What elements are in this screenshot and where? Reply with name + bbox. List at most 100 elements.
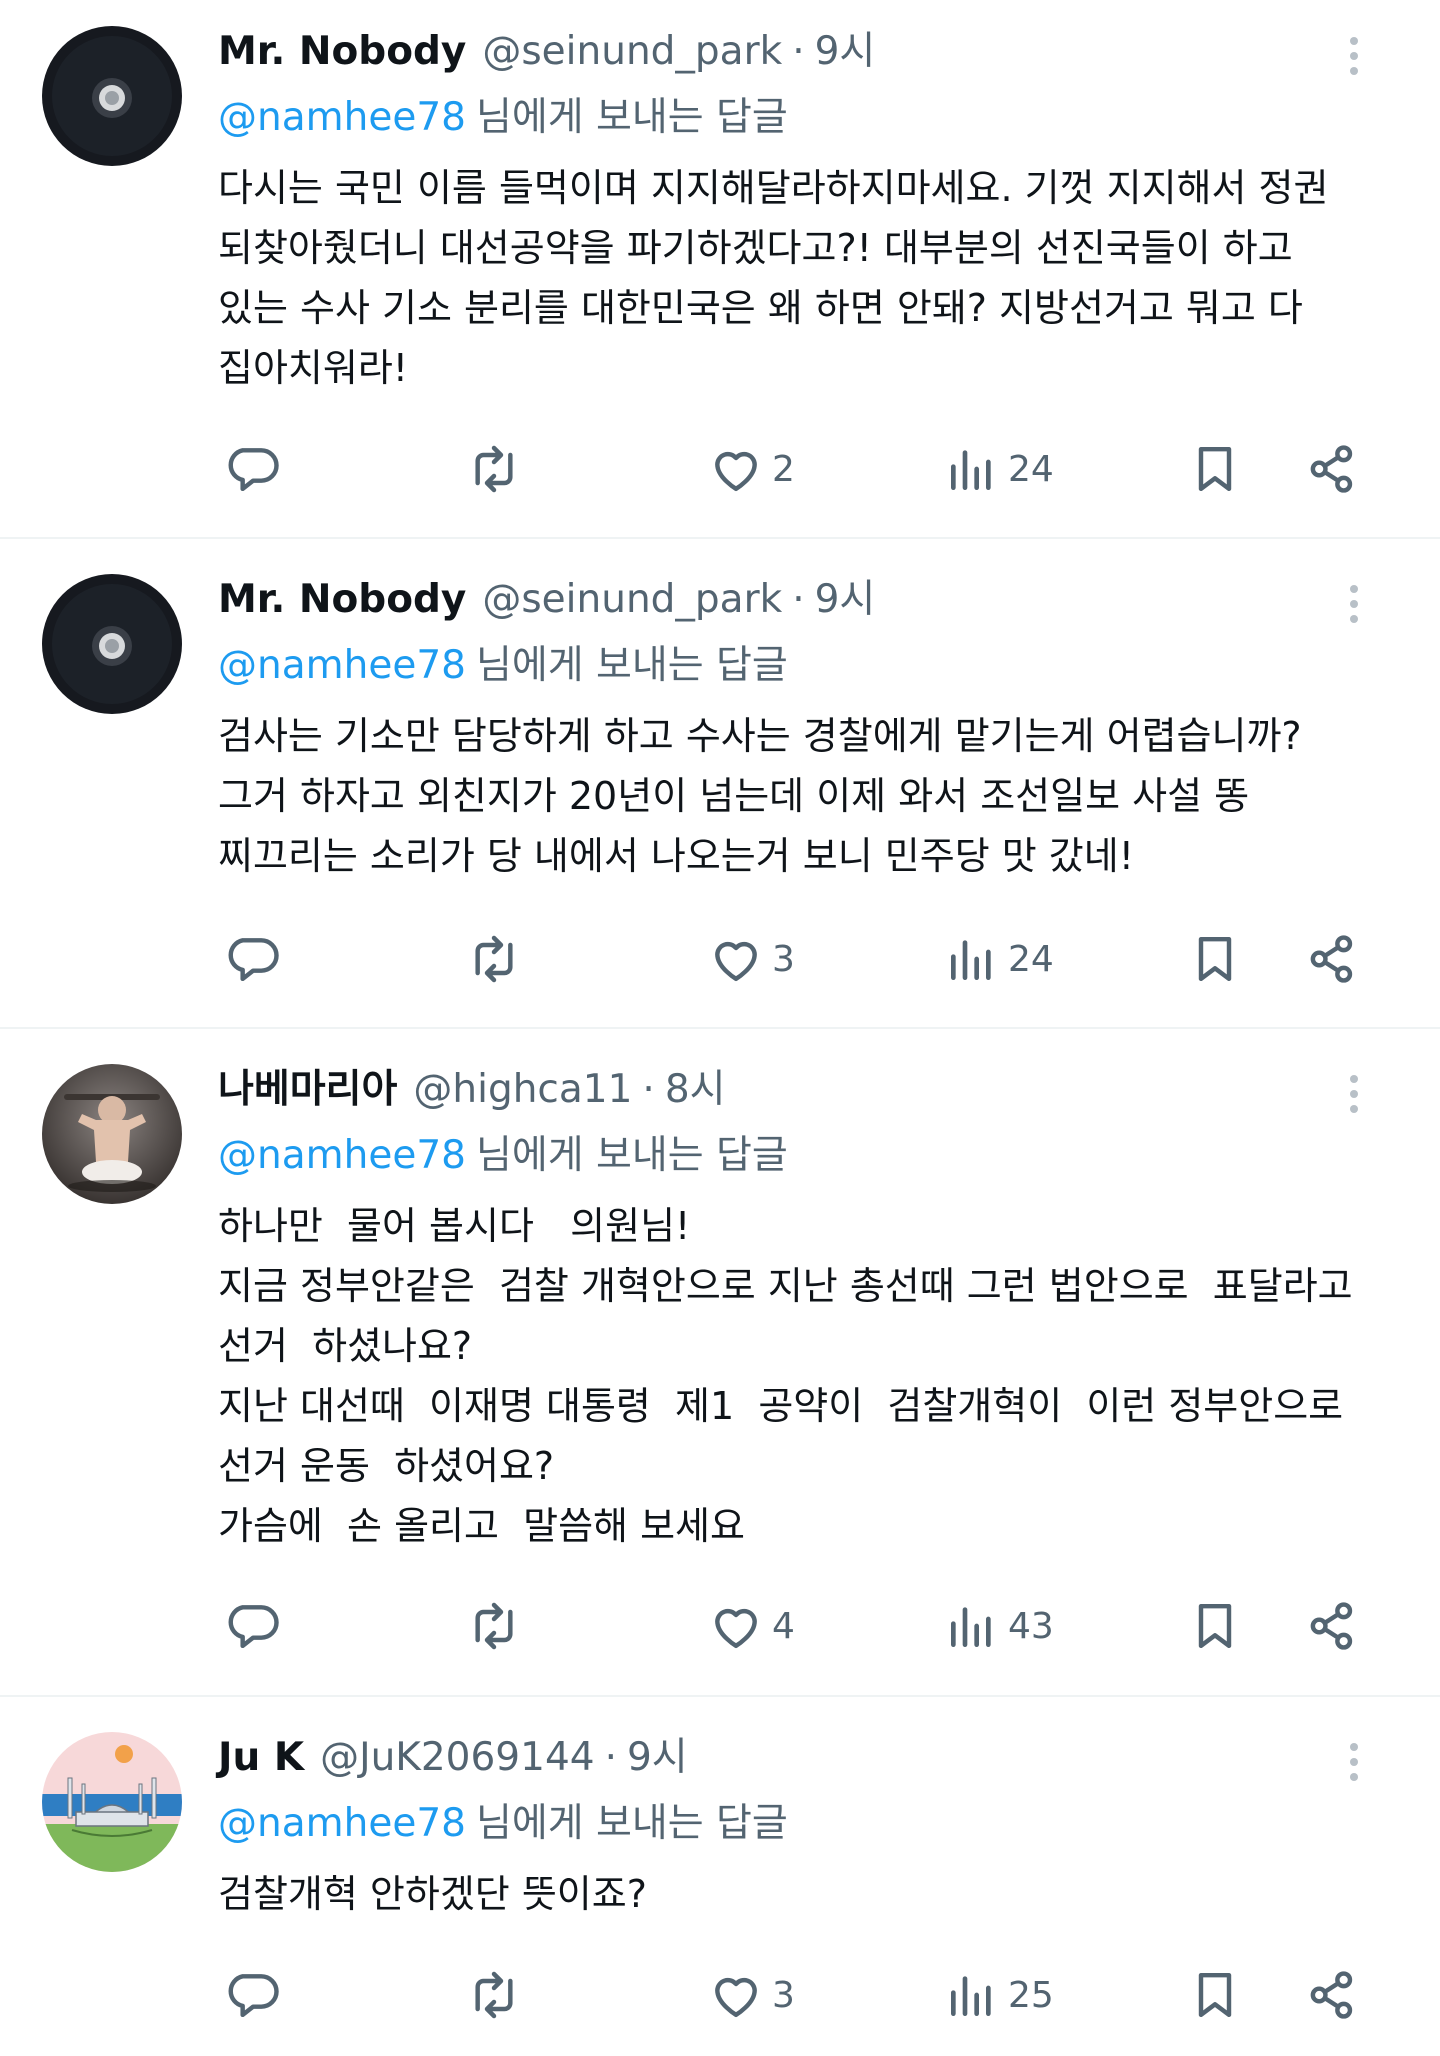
author-handle[interactable]: @highca11 — [413, 1062, 632, 1118]
like-button[interactable]: 2 — [708, 434, 795, 504]
bookmark-button[interactable] — [1187, 1591, 1243, 1661]
timestamp[interactable]: 9시 — [815, 24, 876, 80]
separator-dot: · — [642, 1067, 655, 1112]
bookmark-icon — [1198, 936, 1232, 982]
retweet-button[interactable] — [466, 1591, 522, 1661]
avatar[interactable] — [42, 574, 182, 714]
share-icon — [1310, 445, 1353, 493]
bookmark-button[interactable] — [1187, 1960, 1243, 2030]
timestamp[interactable]: 9시 — [815, 572, 876, 628]
avatar[interactable] — [42, 1064, 182, 1204]
reply-icon — [228, 1974, 279, 2018]
author-name[interactable]: Mr. Nobody — [218, 572, 466, 628]
heart-icon — [715, 941, 757, 982]
author-name[interactable]: 나베마리아 — [218, 1062, 397, 1118]
views-button[interactable]: 24 — [944, 924, 1054, 994]
share-button[interactable] — [1304, 434, 1360, 504]
tweet-text: 검찰개혁 안하겠단 뜻이죠? — [218, 1864, 1370, 1924]
share-icon — [1310, 1971, 1353, 2019]
reply-button[interactable] — [224, 434, 280, 504]
timestamp[interactable]: 8시 — [665, 1062, 726, 1118]
tweet-text-line: 지금 정부안같은 검찰 개혁안으로 지난 총선때 그런 법안으로 표달라고 — [218, 1264, 1353, 1308]
replying-to: @namhee78 님에게 보내는 답글 — [218, 1128, 1370, 1184]
view-count: 24 — [1008, 448, 1054, 490]
views-chart-icon — [951, 450, 991, 490]
views-button[interactable]: 43 — [944, 1591, 1054, 1661]
view-count: 43 — [1008, 1605, 1054, 1647]
bookmark-button[interactable] — [1187, 924, 1243, 994]
tweet-text-line: 있는 수사 기소 분리를 대한민국은 왜 하면 안돼? 지방선거고 뭐고 다 — [218, 286, 1303, 330]
separator-dot: · — [792, 577, 805, 622]
replying-to-label: 님에게 보내는 답글 — [475, 643, 788, 688]
tweet-text-line: 집아치워라! — [218, 346, 409, 390]
tweet-text-line: 선거 운동 하셨어요? — [218, 1444, 555, 1488]
author-name[interactable]: Ju K — [218, 1730, 304, 1786]
author-handle[interactable]: @JuK2069144 — [320, 1730, 595, 1786]
like-count: 4 — [772, 1605, 795, 1647]
bookmark-icon — [1198, 446, 1232, 492]
view-count: 25 — [1008, 1974, 1054, 2016]
like-count: 3 — [772, 938, 795, 980]
retweet-button[interactable] — [466, 1960, 522, 2030]
separator-dot: · — [792, 29, 805, 74]
tweet-text-line: 가슴에 손 올리고 말씀해 보세요 — [218, 1504, 745, 1548]
replying-to-label: 님에게 보내는 답글 — [475, 1133, 788, 1178]
tweet-text-line: 검사는 기소만 담당하게 하고 수사는 경찰에게 맡기는게 어렵습니까? — [218, 714, 1302, 758]
mosque-illustration-avatar — [42, 1732, 182, 1872]
like-button[interactable]: 3 — [708, 924, 795, 994]
author-handle[interactable]: @seinund_park — [482, 572, 782, 628]
avatar[interactable] — [42, 26, 182, 166]
share-button[interactable] — [1304, 924, 1360, 994]
heart-icon — [715, 451, 757, 492]
reply-icon — [228, 448, 279, 492]
like-count: 2 — [772, 448, 795, 490]
reply-button[interactable] — [224, 1960, 280, 2030]
reply-tweet[interactable]: Mr. Nobody @seinund_park · 9시 @namhee78 님… — [0, 539, 1440, 1029]
reply-to-mention[interactable]: @namhee78 — [218, 1801, 466, 1846]
author-handle[interactable]: @seinund_park — [482, 24, 782, 80]
tweet-text-line: 다시는 국민 이름 들먹이며 지지해달라하지마세요. 기껏 지지해서 정권 — [218, 166, 1329, 210]
views-chart-icon — [951, 940, 991, 980]
views-chart-icon — [951, 1607, 991, 1647]
tweet-text-line: 검찰개혁 안하겠단 뜻이죠? — [218, 1872, 647, 1916]
more-options-icon[interactable] — [1336, 582, 1372, 626]
like-button[interactable]: 4 — [708, 1591, 795, 1661]
views-button[interactable]: 24 — [944, 434, 1054, 504]
author-name[interactable]: Mr. Nobody — [218, 24, 466, 80]
share-button[interactable] — [1304, 1591, 1360, 1661]
bookmark-button[interactable] — [1187, 434, 1243, 504]
heart-icon — [715, 1608, 757, 1649]
view-count: 24 — [1008, 938, 1054, 980]
reply-to-mention[interactable]: @namhee78 — [218, 643, 466, 688]
reply-tweet[interactable]: Mr. Nobody @seinund_park · 9시 @namhee78 님… — [0, 0, 1440, 539]
avatar[interactable] — [42, 1732, 182, 1872]
views-chart-icon — [951, 1976, 991, 2016]
more-options-icon[interactable] — [1336, 34, 1372, 78]
replying-to: @namhee78 님에게 보내는 답글 — [218, 638, 1370, 694]
reply-tweet[interactable]: Ju K @JuK2069144 · 9시 @namhee78 님에게 보내는 답… — [0, 1697, 1440, 2056]
tweet-text: 검사는 기소만 담당하게 하고 수사는 경찰에게 맡기는게 어렵습니까? 그거 … — [218, 706, 1370, 886]
like-count: 3 — [772, 1974, 795, 2016]
retweet-button[interactable] — [466, 924, 522, 994]
retweet-button[interactable] — [466, 434, 522, 504]
tweet-text-line: 찌끄리는 소리가 당 내에서 나오는거 보니 민주당 맛 갔네! — [218, 834, 1134, 878]
tweet-text-line: 지난 대선때 이재명 대통령 제1 공약이 검찰개혁이 이런 정부안으로 — [218, 1384, 1344, 1428]
reply-button[interactable] — [224, 1591, 280, 1661]
like-button[interactable]: 3 — [708, 1960, 795, 2030]
replying-to: @namhee78 님에게 보내는 답글 — [218, 90, 1370, 146]
views-button[interactable]: 25 — [944, 1960, 1054, 2030]
bookmark-icon — [1198, 1603, 1232, 1649]
replying-to-label: 님에게 보내는 답글 — [475, 95, 788, 140]
retweet-icon — [475, 1971, 513, 2019]
reply-to-mention[interactable]: @namhee78 — [218, 1133, 466, 1178]
timestamp[interactable]: 9시 — [627, 1730, 688, 1786]
retweet-icon — [475, 445, 513, 493]
share-button[interactable] — [1304, 1960, 1360, 2030]
share-icon — [1310, 935, 1353, 983]
more-options-icon[interactable] — [1336, 1740, 1372, 1784]
reply-tweet[interactable]: 나베마리아 @highca11 · 8시 @namhee78 님에게 보내는 답글… — [0, 1029, 1440, 1697]
tweet-text-line: 선거 하셨나요? — [218, 1324, 473, 1368]
reply-button[interactable] — [224, 924, 280, 994]
more-options-icon[interactable] — [1336, 1072, 1372, 1116]
reply-to-mention[interactable]: @namhee78 — [218, 95, 466, 140]
